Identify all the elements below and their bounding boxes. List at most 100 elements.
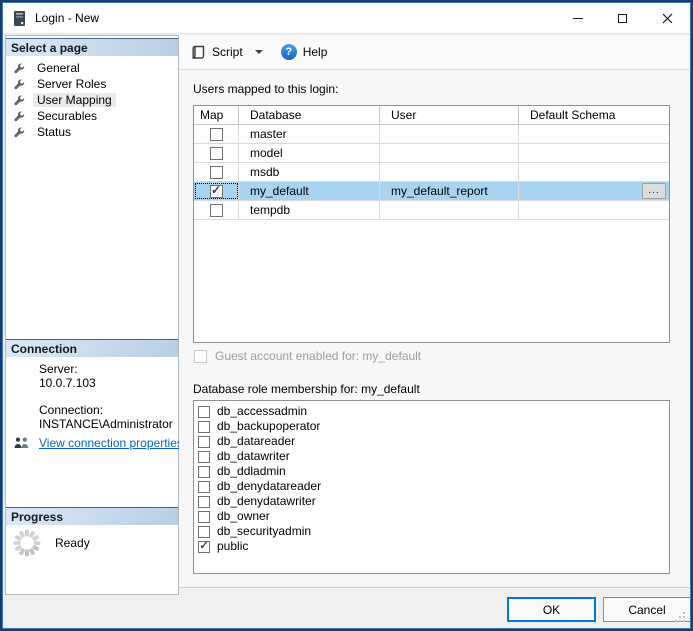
- minimize-icon: [573, 18, 583, 19]
- table-row-my-default[interactable]: my_default my_default_report ...: [194, 182, 669, 201]
- default-schema-cell[interactable]: [519, 125, 669, 143]
- role-item-db-securityadmin[interactable]: db_securityadmin: [194, 524, 669, 539]
- table-header: Map Database User Default Schema: [194, 106, 669, 125]
- window-title: Login - New: [35, 11, 99, 25]
- window-controls: [555, 3, 690, 33]
- sidebar-item-user-mapping[interactable]: User Mapping: [6, 92, 178, 108]
- sidebar-item-general[interactable]: General: [6, 60, 178, 76]
- wrench-icon: [13, 94, 26, 107]
- role-checkbox[interactable]: [198, 496, 210, 508]
- role-checkbox[interactable]: [198, 406, 210, 418]
- script-button[interactable]: Script: [212, 45, 243, 59]
- connection-label: Connection:: [39, 403, 103, 417]
- database-cell: my_default: [239, 182, 380, 200]
- role-checkbox[interactable]: [198, 541, 210, 553]
- user-cell[interactable]: [380, 125, 519, 143]
- select-a-page-header: Select a page: [6, 38, 178, 56]
- user-cell[interactable]: [380, 201, 519, 219]
- role-item-db-denydatawriter[interactable]: db_denydatawriter: [194, 494, 669, 509]
- role-label: db_datawriter: [217, 450, 290, 463]
- select-a-page-title: Select a page: [11, 41, 88, 55]
- help-button[interactable]: Help: [303, 45, 328, 59]
- view-connection-properties-row: View connection properties: [13, 436, 183, 450]
- ok-button[interactable]: OK: [507, 597, 596, 622]
- people-icon: [13, 436, 30, 450]
- role-membership-label: Database role membership for: my_default: [193, 382, 420, 396]
- table-row-tempdb[interactable]: tempdb: [194, 201, 669, 220]
- title-bar: Login - New: [3, 3, 690, 34]
- column-header-default-schema: Default Schema: [519, 106, 669, 124]
- user-cell[interactable]: [380, 144, 519, 162]
- wrench-icon: [13, 78, 26, 91]
- main-panel: Script ? Help Users mapped to this login…: [179, 35, 692, 588]
- role-item-db-denydatareader[interactable]: db_denydatareader: [194, 479, 669, 494]
- role-item-public[interactable]: public: [194, 539, 669, 554]
- login-new-dialog: Login - New Select a page General Server…: [0, 0, 693, 631]
- script-icon: [190, 44, 206, 60]
- sidebar-item-label: Securables: [33, 109, 101, 123]
- user-cell[interactable]: my_default_report: [380, 182, 519, 200]
- map-cell: [194, 144, 239, 162]
- table-row-model[interactable]: model: [194, 144, 669, 163]
- map-checkbox[interactable]: [210, 185, 223, 198]
- role-label: public: [217, 540, 248, 553]
- role-label: db_backupoperator: [217, 420, 320, 433]
- role-item-db-accessadmin[interactable]: db_accessadmin: [194, 404, 669, 419]
- sidebar-item-server-roles[interactable]: Server Roles: [6, 76, 178, 92]
- default-schema-cell[interactable]: [519, 163, 669, 181]
- close-button[interactable]: [645, 3, 690, 33]
- browse-schema-button[interactable]: ...: [642, 183, 666, 199]
- map-checkbox[interactable]: [210, 128, 223, 141]
- sidebar-item-label: Server Roles: [33, 77, 110, 91]
- role-checkbox[interactable]: [198, 511, 210, 523]
- default-schema-cell[interactable]: [519, 144, 669, 162]
- server-label: Server:: [39, 362, 78, 376]
- role-checkbox[interactable]: [198, 526, 210, 538]
- map-cell: [194, 163, 239, 181]
- script-dropdown-icon[interactable]: [255, 50, 263, 54]
- toolbar: Script ? Help: [179, 35, 692, 70]
- role-item-db-owner[interactable]: db_owner: [194, 509, 669, 524]
- role-checkbox[interactable]: [198, 481, 210, 493]
- wrench-icon: [13, 126, 26, 139]
- user-cell[interactable]: [380, 163, 519, 181]
- database-cell: master: [239, 125, 380, 143]
- map-cell: [194, 201, 239, 219]
- role-checkbox[interactable]: [198, 436, 210, 448]
- sidebar-item-status[interactable]: Status: [6, 124, 178, 140]
- role-item-db-ddladmin[interactable]: db_ddladmin: [194, 464, 669, 479]
- role-item-db-datareader[interactable]: db_datareader: [194, 434, 669, 449]
- connection-header: Connection: [6, 339, 178, 357]
- maximize-button[interactable]: [600, 3, 645, 33]
- sidebar-item-label: General: [33, 61, 84, 75]
- map-checkbox[interactable]: [210, 204, 223, 217]
- role-label: db_denydatareader: [217, 480, 321, 493]
- sidebar: Select a page General Server Roles User …: [5, 35, 179, 595]
- table-row-master[interactable]: master: [194, 125, 669, 144]
- role-item-db-datawriter[interactable]: db_datawriter: [194, 449, 669, 464]
- table-row-msdb[interactable]: msdb: [194, 163, 669, 182]
- role-label: db_owner: [217, 510, 270, 523]
- users-mapped-label: Users mapped to this login:: [193, 82, 338, 96]
- map-checkbox[interactable]: [210, 147, 223, 160]
- role-checkbox[interactable]: [198, 466, 210, 478]
- role-membership-list[interactable]: db_accessadmin db_backupoperator db_data…: [193, 400, 670, 574]
- sidebar-item-label: User Mapping: [33, 93, 116, 107]
- connection-title: Connection: [11, 342, 77, 356]
- sidebar-item-securables[interactable]: Securables: [6, 108, 178, 124]
- map-checkbox[interactable]: [210, 166, 223, 179]
- default-schema-cell[interactable]: [519, 201, 669, 219]
- help-icon: ?: [281, 44, 297, 60]
- default-schema-cell[interactable]: ...: [519, 182, 669, 200]
- role-label: db_accessadmin: [217, 405, 307, 418]
- role-checkbox[interactable]: [198, 451, 210, 463]
- column-header-database: Database: [239, 106, 380, 124]
- resize-grip[interactable]: [674, 611, 686, 623]
- role-label: db_securityadmin: [217, 525, 311, 538]
- view-connection-properties-link[interactable]: View connection properties: [39, 436, 183, 450]
- minimize-button[interactable]: [555, 3, 600, 33]
- sidebar-item-label: Status: [33, 125, 75, 139]
- role-item-db-backupoperator[interactable]: db_backupoperator: [194, 419, 669, 434]
- guest-account-label: Guest account enabled for: my_default: [215, 349, 421, 363]
- role-checkbox[interactable]: [198, 421, 210, 433]
